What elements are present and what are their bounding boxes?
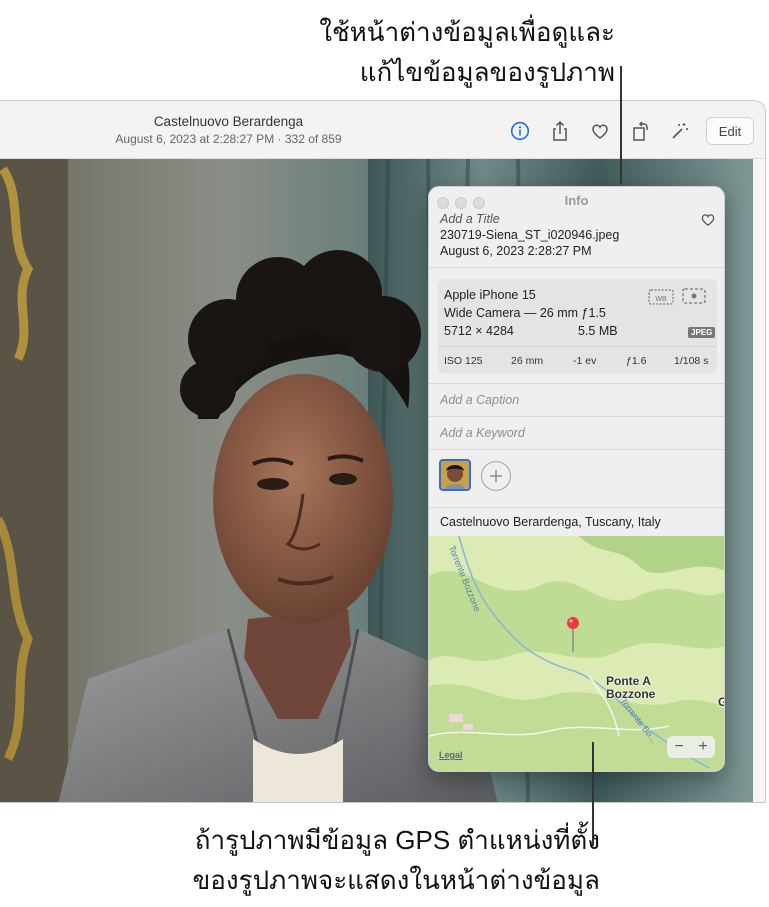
map-zoom-control: − + bbox=[667, 736, 715, 758]
callout-bottom: ถ้ารูปภาพมีข้อมูล GPS ตำแหน่งที่ตั้ง ของ… bbox=[100, 820, 600, 900]
callout-bottom-line-1: ถ้ารูปภาพมีข้อมูล GPS ตำแหน่งที่ตั้ง bbox=[194, 825, 600, 855]
metering-icon bbox=[682, 287, 706, 310]
share-icon[interactable] bbox=[549, 120, 571, 142]
photo-date-counter: August 6, 2023 at 2:28:27 PM · 332 of 85… bbox=[115, 132, 342, 146]
magic-wand-icon[interactable] bbox=[669, 120, 691, 142]
format-badge: JPEG bbox=[688, 327, 716, 338]
edge-place-label: G bbox=[718, 696, 724, 709]
place-label-line-2: Bozzone bbox=[606, 687, 656, 701]
add-title-field[interactable]: Add a Title bbox=[440, 212, 500, 226]
datetime-text: August 6, 2023 2:28:27 PM bbox=[440, 244, 592, 258]
location-map[interactable]: Torrente Bozzone Torrente Bo... Ponte A … bbox=[429, 536, 724, 771]
camera-model: Apple iPhone 15 bbox=[444, 288, 536, 302]
favorite-heart-icon[interactable] bbox=[700, 212, 716, 232]
svg-text:WB: WB bbox=[655, 296, 667, 303]
divider bbox=[429, 449, 724, 450]
info-panel-title: Info bbox=[564, 193, 589, 208]
info-icon[interactable] bbox=[509, 120, 531, 142]
divider bbox=[429, 383, 724, 384]
location-text: Castelnuovo Berardenga, Tuscany, Italy bbox=[440, 515, 661, 529]
heart-icon[interactable] bbox=[589, 120, 611, 142]
exif-exposure: -1 ev bbox=[573, 355, 597, 367]
divider bbox=[429, 267, 724, 268]
place-label: Ponte A Bozzone bbox=[606, 675, 655, 701]
rotate-icon[interactable] bbox=[630, 120, 652, 142]
info-panel[interactable]: Info Add a Title 230719-Siena_ST_i020946… bbox=[428, 186, 725, 772]
legal-link[interactable]: Legal bbox=[439, 750, 463, 760]
callout-top: ใช้หน้าต่างข้อมูลเพื่อดูและ แก้ไขข้อมูลข… bbox=[255, 12, 615, 92]
person-face-thumbnail[interactable] bbox=[439, 459, 471, 491]
add-person-button[interactable] bbox=[481, 461, 511, 491]
zoom-out-button[interactable]: − bbox=[674, 738, 683, 756]
white-balance-icon: WB bbox=[648, 287, 674, 310]
camera-lens: Wide Camera — 26 mm ƒ1.5 bbox=[444, 306, 606, 320]
callout-bottom-line-2: ของรูปภาพจะแสดงในหน้าต่างข้อมูล bbox=[192, 865, 600, 895]
exif-divider bbox=[438, 346, 717, 347]
divider bbox=[429, 507, 724, 508]
photo-location-title: Castelnuovo Berardenga bbox=[153, 114, 304, 129]
filename-text: 230719-Siena_ST_i020946.jpeg bbox=[440, 228, 620, 242]
edit-button[interactable]: Edit bbox=[706, 117, 754, 145]
file-size: 5.5 MB bbox=[578, 324, 618, 338]
toolbar: Castelnuovo Berardenga August 6, 2023 at… bbox=[0, 101, 765, 159]
zoom-in-button[interactable]: + bbox=[698, 738, 707, 756]
divider bbox=[429, 416, 724, 417]
exif-iso: ISO 125 bbox=[444, 355, 483, 367]
photo-title-block: Castelnuovo Berardenga August 6, 2023 at… bbox=[106, 114, 351, 146]
exif-aperture: ƒ1.6 bbox=[626, 355, 647, 367]
caption-field[interactable]: Add a Caption bbox=[440, 393, 519, 407]
location-pin-icon[interactable] bbox=[566, 616, 580, 659]
callout-top-line-1: ใช้หน้าต่างข้อมูลเพื่อดูและ bbox=[319, 17, 615, 47]
callout-top-pointer bbox=[620, 66, 622, 184]
image-dimensions: 5712 × 4284 bbox=[444, 324, 514, 338]
exif-focal-length: 26 mm bbox=[511, 355, 544, 367]
keyword-field[interactable]: Add a Keyword bbox=[440, 426, 525, 440]
exif-shutter: 1/108 s bbox=[674, 355, 709, 367]
callout-top-line-2: แก้ไขข้อมูลของรูปภาพ bbox=[359, 57, 615, 87]
